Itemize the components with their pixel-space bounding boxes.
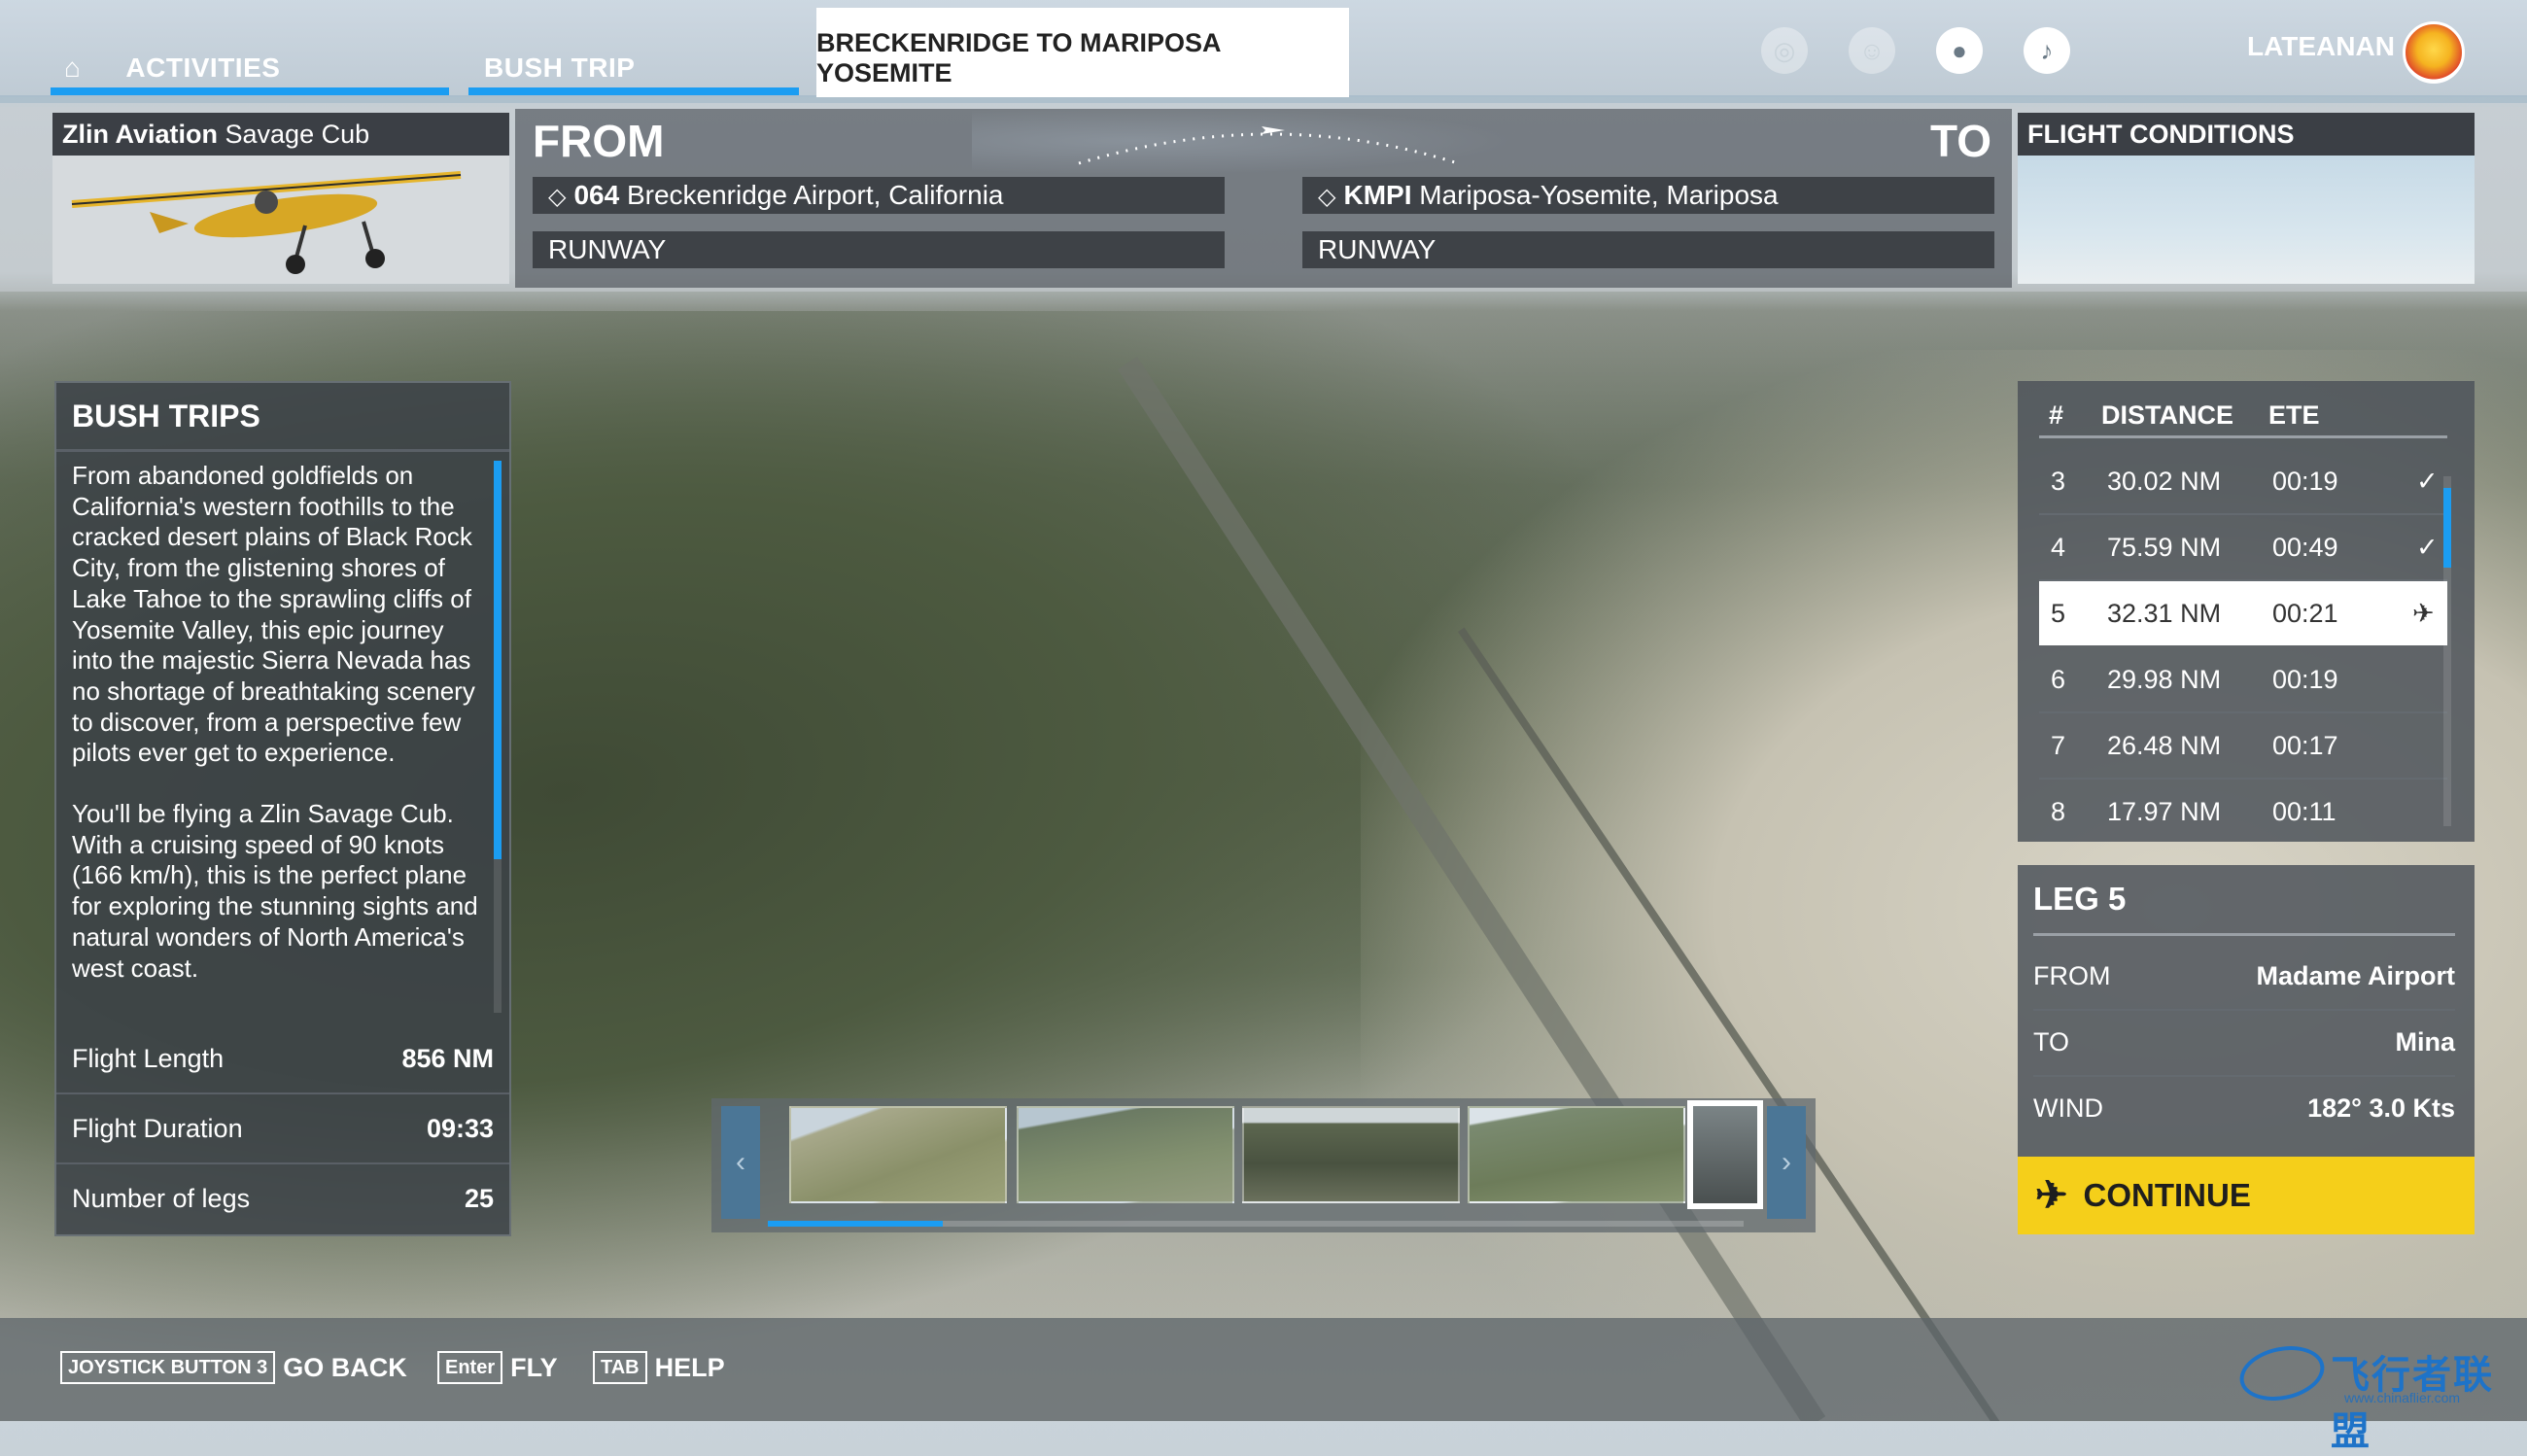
avatar[interactable] <box>2403 21 2465 84</box>
description-scrollbar[interactable] <box>494 461 502 1013</box>
col-ete: ETE <box>2268 400 2320 430</box>
leg-title: LEG 5 <box>2033 881 2127 917</box>
leg-wind-row: WIND 182° 3.0 Kts <box>2033 1092 2455 1123</box>
tab-breckenridge-to-mariposa[interactable]: BRECKENRIDGE TO MARIPOSA YOSEMITE <box>816 8 1349 97</box>
leg-detail-panel: LEG 5 FROM Madame Airport TO Mina WIND 1… <box>2018 865 2475 1157</box>
bush-trips-title: BUSH TRIPS <box>56 383 509 452</box>
gallery-thumbnail[interactable] <box>789 1106 1007 1203</box>
top-nav-bar: ⌂ ACTIVITIES BUSH TRIP BRECKENRIDGE TO M… <box>0 0 2527 103</box>
location-pin-icon: ◇ <box>1318 184 1336 210</box>
table-row[interactable]: 7 26.48 NM 00:17 <box>2039 713 2447 780</box>
departure-airport-field[interactable]: ◇ 064 Breckenridge Airport, California <box>533 177 1225 214</box>
departure-name: Breckenridge Airport, California <box>626 180 1004 210</box>
airplane-image <box>52 156 509 284</box>
arrival-airport-field[interactable]: ◇ KMPI Mariposa-Yosemite, Mariposa <box>1302 177 1994 214</box>
aircraft-model: Savage Cub <box>225 120 370 149</box>
departure-code: 064 <box>573 180 620 210</box>
flight-conditions-title: FLIGHT CONDITIONS <box>2018 113 2475 156</box>
stat-number-of-legs: Number of legs 25 <box>72 1183 494 1213</box>
aircraft-card[interactable]: Zlin Aviation Savage Cub <box>52 113 509 284</box>
friends-icon[interactable]: ☺ <box>1849 27 1895 74</box>
hint-help[interactable]: TAB HELP <box>593 1351 725 1384</box>
gallery-thumbnail[interactable] <box>1242 1106 1460 1203</box>
trip-description[interactable]: From abandoned goldfields on California'… <box>72 461 480 1013</box>
check-icon: ✓ <box>2416 467 2439 496</box>
trip-stats: Flight Length 856 NM Flight Duration 09:… <box>56 1024 509 1232</box>
tab-activities[interactable]: ⌂ ACTIVITIES <box>51 0 449 97</box>
description-paragraph: From abandoned goldfields on California'… <box>72 461 475 768</box>
table-row[interactable]: 8 17.97 NM 00:11 <box>2039 780 2447 844</box>
from-label: FROM <box>533 116 665 166</box>
description-paragraph: You'll be flying a Zlin Savage Cub. With… <box>72 799 478 983</box>
gallery-next-button[interactable]: › <box>1767 1106 1806 1219</box>
achievements-icon[interactable]: ◎ <box>1761 27 1808 74</box>
bush-trips-panel: BUSH TRIPS From abandoned goldfields on … <box>54 381 511 1236</box>
tab-bush-trip[interactable]: BUSH TRIP <box>468 0 799 97</box>
stat-flight-duration: Flight Duration 09:33 <box>56 1094 509 1164</box>
gallery-thumbnail[interactable] <box>1468 1106 1685 1203</box>
table-row[interactable]: 4 75.59 NM 00:49 ✓ <box>2039 515 2447 581</box>
username[interactable]: LATEANAN <box>2247 31 2395 62</box>
gallery-prev-button[interactable]: ‹ <box>721 1106 760 1219</box>
legs-scrollbar[interactable] <box>2443 476 2451 826</box>
check-icon: ✓ <box>2416 533 2439 562</box>
departure-runway-field[interactable]: RUNWAY <box>533 231 1225 268</box>
route-arc <box>1078 126 1459 165</box>
hint-go-back[interactable]: JOYSTICK BUTTON 3 GO BACK <box>60 1351 407 1384</box>
table-row[interactable]: 3 30.02 NM 00:19 ✓ <box>2039 449 2447 515</box>
hint-fly[interactable]: Enter FLY <box>437 1351 558 1384</box>
stat-flight-length: Flight Length 856 NM <box>56 1024 509 1094</box>
screenshot-gallery: ‹ › <box>711 1098 1816 1232</box>
arrival-code: KMPI <box>1343 180 1412 210</box>
key-enter: Enter <box>437 1351 503 1384</box>
legs-table-header: # DISTANCE ETE <box>2039 391 2447 438</box>
watermark-logo: 飞行者联盟 www.chinaflier.com <box>2234 1338 2517 1453</box>
continue-button[interactable]: ✈ CONTINUE <box>2018 1157 2475 1234</box>
key-tab: TAB <box>593 1351 647 1384</box>
table-row[interactable]: 6 29.98 NM 00:19 <box>2039 647 2447 713</box>
table-row-selected[interactable]: 5 32.31 NM 00:21 ✈ <box>2039 581 2447 645</box>
gallery-progress <box>768 1221 1744 1227</box>
col-distance: DISTANCE <box>2101 400 2234 430</box>
location-pin-icon: ◇ <box>548 184 567 210</box>
legs-table: # DISTANCE ETE 3 30.02 NM 00:19 ✓ 4 75.5… <box>2018 381 2475 842</box>
notifications-icon[interactable]: ♪ <box>2024 27 2070 74</box>
key-joystick-button-3: JOYSTICK BUTTON 3 <box>60 1351 276 1384</box>
to-label: TO <box>1930 116 1992 166</box>
gallery-thumbnail[interactable] <box>1017 1106 1234 1203</box>
leg-to-row: TO Mina <box>2033 1009 2455 1077</box>
arrival-name: Mariposa-Yosemite, Mariposa <box>1419 180 1779 210</box>
arrival-runway-field[interactable]: RUNWAY <box>1302 231 1994 268</box>
aircraft-brand: Zlin Aviation <box>62 120 218 149</box>
leg-from-row: FROM Madame Airport <box>2033 943 2455 1011</box>
takeoff-icon: ✈ <box>2035 1174 2068 1217</box>
bottom-hint-bar: JOYSTICK BUTTON 3 GO BACK Enter FLY TAB … <box>0 1318 2527 1421</box>
aircraft-title: Zlin Aviation Savage Cub <box>52 113 509 156</box>
profile-icon[interactable]: ● <box>1936 27 1983 74</box>
col-number: # <box>2049 400 2064 430</box>
continue-label: CONTINUE <box>2083 1177 2251 1213</box>
gallery-thumbnail-selected[interactable] <box>1687 1100 1763 1209</box>
plane-icon: ✈ <box>2412 599 2435 628</box>
flight-conditions-card[interactable]: FLIGHT CONDITIONS <box>2018 113 2475 284</box>
